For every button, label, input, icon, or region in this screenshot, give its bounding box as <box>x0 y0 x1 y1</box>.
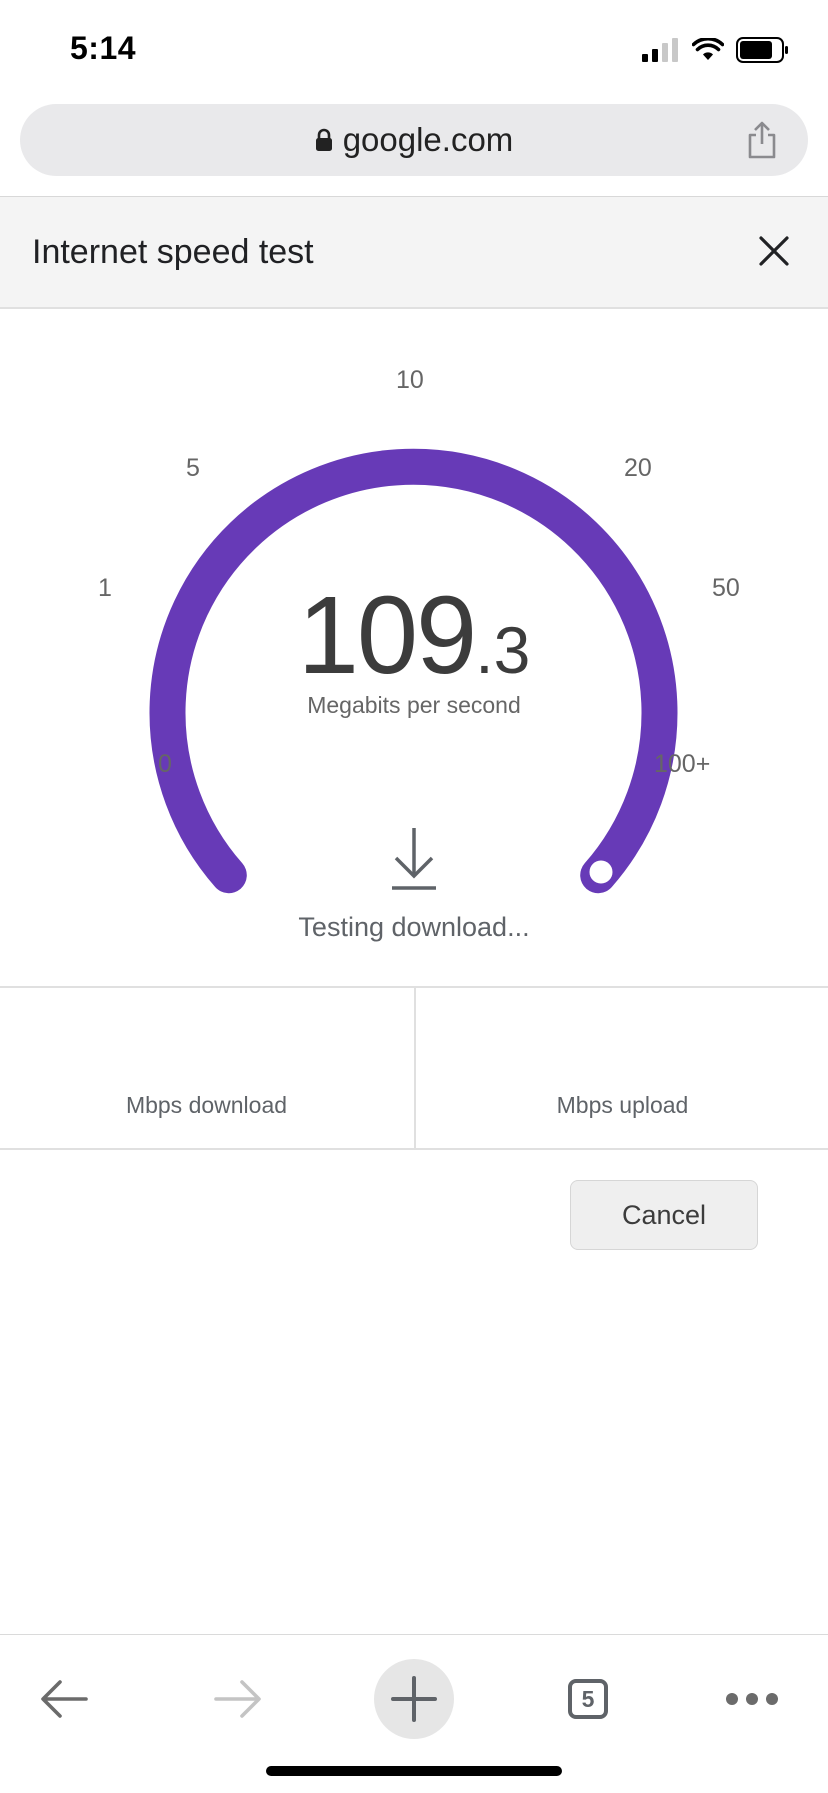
tabs-count: 5 <box>581 1685 595 1712</box>
forward-button[interactable] <box>198 1659 278 1739</box>
download-icon <box>392 828 436 890</box>
home-indicator <box>266 1766 562 1776</box>
more-dots-icon <box>726 1693 778 1705</box>
forward-arrow-icon <box>214 1680 261 1718</box>
speed-integer: 109 <box>297 574 478 697</box>
status-time: 5:14 <box>70 30 137 66</box>
speed-value: 109.3 <box>0 572 828 699</box>
speed-unit: Megabits per second <box>307 692 521 718</box>
more-menu-button[interactable] <box>712 1659 792 1739</box>
gauge-needle-knob <box>586 857 616 887</box>
status-text: Testing download... <box>298 912 530 942</box>
status-icons <box>642 36 790 64</box>
card-title: Internet speed test <box>32 233 314 271</box>
scale-label-100-plus: 100+ <box>654 750 711 778</box>
battery-icon <box>736 37 788 63</box>
url-bar[interactable]: google.com <box>20 104 808 176</box>
lock-icon <box>315 128 332 151</box>
speed-gauge: 0 1 5 10 20 50 100+ 109.3 Megabits per s… <box>0 310 828 990</box>
share-icon[interactable] <box>744 120 780 160</box>
card-header: Internet speed test <box>0 197 828 309</box>
back-button[interactable] <box>24 1659 104 1739</box>
tabs-button[interactable]: 5 <box>548 1659 628 1739</box>
url-display[interactable]: google.com <box>20 104 808 176</box>
scale-label-5: 5 <box>186 454 200 482</box>
upload-result: Mbps upload <box>414 988 828 1148</box>
close-icon[interactable] <box>756 233 792 269</box>
scale-label-10: 10 <box>396 366 424 394</box>
scale-label-20: 20 <box>624 454 652 482</box>
back-arrow-icon <box>41 1680 88 1718</box>
plus-icon <box>391 1676 437 1722</box>
upload-label: Mbps upload <box>556 1092 689 1118</box>
new-tab-button[interactable] <box>374 1659 454 1739</box>
download-label: Mbps download <box>125 1092 288 1118</box>
results-panel: Mbps download Mbps upload <box>0 986 828 1150</box>
speed-decimal: .3 <box>475 613 531 687</box>
wifi-icon <box>692 38 724 60</box>
tabs-icon: 5 <box>568 1679 608 1719</box>
download-result: Mbps download <box>0 988 413 1148</box>
status-bar: 5:14 <box>0 0 828 96</box>
cancel-button[interactable]: Cancel <box>570 1180 758 1250</box>
url-domain: google.com <box>342 121 514 158</box>
cellular-signal-icon <box>642 38 678 62</box>
scale-label-0: 0 <box>158 750 172 778</box>
